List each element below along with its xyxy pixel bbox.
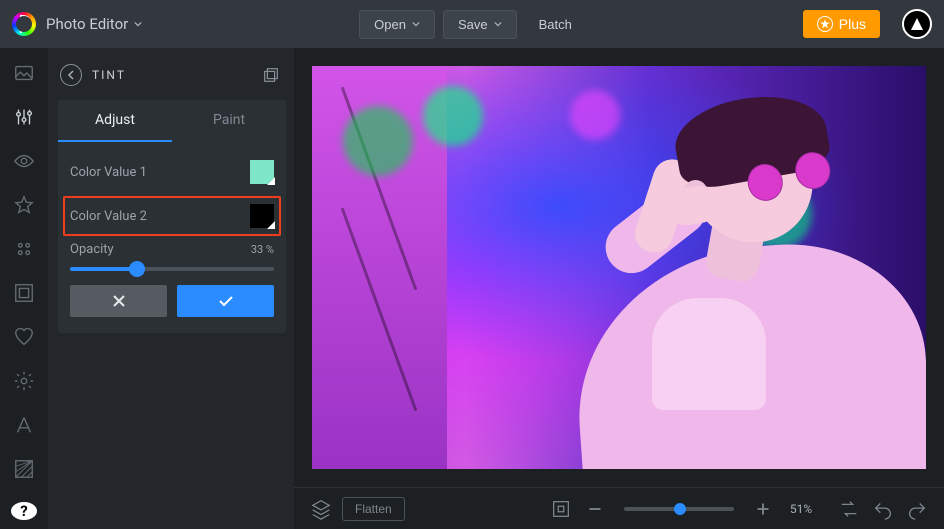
eye-tool-icon[interactable] xyxy=(13,150,35,172)
panel-body: Adjust Paint Color Value 1 Color Value 2… xyxy=(58,100,286,333)
canvas-column: Flatten 51% xyxy=(294,48,944,529)
chevron-down-icon xyxy=(494,20,502,28)
back-button[interactable] xyxy=(60,64,82,86)
opacity-label: Opacity xyxy=(70,242,251,257)
opacity-row: Opacity 33 % xyxy=(70,238,274,259)
help-button[interactable]: ? xyxy=(11,502,37,520)
text-tool-icon[interactable] xyxy=(13,414,35,436)
color2-swatch[interactable] xyxy=(250,204,274,228)
batch-label: Batch xyxy=(539,17,572,32)
tab-adjust-label: Adjust xyxy=(95,112,135,128)
image-tool-icon[interactable] xyxy=(13,62,35,84)
app-logo[interactable] xyxy=(12,12,36,36)
tab-paint[interactable]: Paint xyxy=(172,100,286,142)
plus-label: Plus xyxy=(839,16,866,32)
upgrade-plus-button[interactable]: Plus xyxy=(803,10,880,38)
color1-label: Color Value 1 xyxy=(70,165,250,180)
avatar-glyph xyxy=(911,18,923,30)
heart-tool-icon[interactable] xyxy=(13,326,35,348)
opacity-slider[interactable] xyxy=(70,267,274,271)
panel-header: TINT xyxy=(58,60,286,100)
star-icon xyxy=(817,16,833,32)
canvas-viewport[interactable] xyxy=(294,48,944,487)
zoom-in-icon[interactable] xyxy=(750,496,776,522)
opacity-value: 33 % xyxy=(251,243,274,256)
open-button[interactable]: Open xyxy=(359,10,435,39)
undo-icon[interactable] xyxy=(870,496,896,522)
cancel-button[interactable] xyxy=(70,285,167,317)
flatten-label: Flatten xyxy=(355,502,392,516)
top-center-buttons: Open Save Batch xyxy=(359,10,586,39)
color-value-2-row: Color Value 2 xyxy=(70,194,274,238)
gear-tool-icon[interactable] xyxy=(13,370,35,392)
tab-adjust[interactable]: Adjust xyxy=(58,100,172,142)
frame-tool-icon[interactable] xyxy=(13,282,35,304)
check-icon xyxy=(217,292,235,310)
flatten-button[interactable]: Flatten xyxy=(342,497,405,521)
save-button[interactable]: Save xyxy=(443,10,517,39)
apply-button[interactable] xyxy=(177,285,274,317)
zoom-slider[interactable] xyxy=(624,507,734,511)
redo-icon[interactable] xyxy=(904,496,930,522)
opacity-slider-thumb[interactable] xyxy=(129,261,145,277)
close-icon xyxy=(111,293,127,309)
layers-copy-icon[interactable] xyxy=(262,66,280,84)
chevron-down-icon xyxy=(134,20,142,28)
color1-swatch[interactable] xyxy=(250,160,274,184)
main-area: ? TINT Adjust Paint Color Value 1 xyxy=(0,48,944,529)
app-mode-label: Photo Editor xyxy=(46,15,128,33)
top-bar: Photo Editor Open Save Batch Plus xyxy=(0,0,944,48)
color-value-1-row: Color Value 1 xyxy=(70,150,274,194)
star-tool-icon[interactable] xyxy=(13,194,35,216)
account-avatar[interactable] xyxy=(902,9,932,39)
canvas-footer: Flatten 51% xyxy=(294,487,944,529)
photo-canvas xyxy=(312,66,926,469)
zoom-readout: 51% xyxy=(784,502,818,516)
tab-paint-label: Paint xyxy=(213,112,245,128)
arrow-left-icon xyxy=(65,69,77,81)
zoom-slider-thumb[interactable] xyxy=(674,503,686,515)
graphics-tool-icon[interactable] xyxy=(13,238,35,260)
save-label: Save xyxy=(458,17,488,32)
zoom-out-icon[interactable] xyxy=(582,496,608,522)
tool-sidebar: ? xyxy=(0,48,48,529)
layers-icon[interactable] xyxy=(308,496,334,522)
batch-button[interactable]: Batch xyxy=(525,10,586,39)
chevron-down-icon xyxy=(412,20,420,28)
fit-screen-icon[interactable] xyxy=(548,496,574,522)
compare-icon[interactable] xyxy=(836,496,862,522)
texture-tool-icon[interactable] xyxy=(13,458,35,480)
color2-label: Color Value 2 xyxy=(70,209,250,224)
effect-panel: TINT Adjust Paint Color Value 1 Color Va… xyxy=(48,48,294,529)
open-label: Open xyxy=(374,17,406,32)
adjust-tool-icon[interactable] xyxy=(13,106,35,128)
panel-title: TINT xyxy=(92,68,126,82)
panel-tabs: Adjust Paint xyxy=(58,100,286,142)
app-mode-dropdown[interactable]: Photo Editor xyxy=(46,15,142,33)
